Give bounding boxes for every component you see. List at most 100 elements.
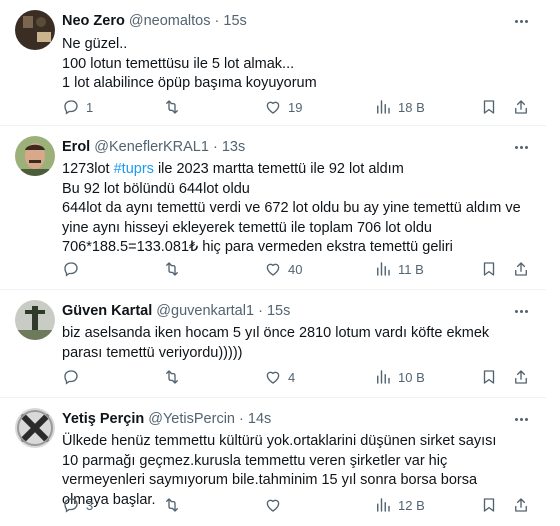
reply-count: 1 <box>86 99 94 115</box>
bookmark-button[interactable] <box>480 494 498 516</box>
views-count: 11 B <box>398 261 424 277</box>
avatar[interactable] <box>15 300 55 340</box>
like-button[interactable]: 4 <box>264 366 295 388</box>
retweet-icon <box>166 262 178 276</box>
views-button[interactable]: 10 B <box>374 366 425 388</box>
reply-count: 3 <box>86 497 94 513</box>
share-icon <box>515 370 527 384</box>
views-icon <box>377 262 390 276</box>
tweet[interactable]: Erol @KeneflerKRAL1 · 13s 1273lot #tuprs… <box>0 126 546 290</box>
share-button[interactable] <box>512 494 530 516</box>
views-button[interactable]: 18 B <box>374 96 425 118</box>
avatar[interactable] <box>15 408 55 448</box>
display-name[interactable]: Erol <box>62 139 90 155</box>
separator-dot: · <box>212 139 218 155</box>
more-icon[interactable] <box>512 138 530 156</box>
retweet-icon <box>166 498 178 512</box>
views-button[interactable]: 11 B <box>374 258 424 280</box>
share-icon <box>515 262 527 276</box>
retweet-button[interactable] <box>163 494 187 516</box>
bookmark-button[interactable] <box>480 258 498 280</box>
tweet-actions: 1 19 18 B <box>56 96 530 118</box>
avatar[interactable] <box>15 10 55 50</box>
reply-icon <box>64 370 78 385</box>
scrollbar[interactable] <box>546 0 560 526</box>
views-icon <box>377 100 390 114</box>
separator-dot: · <box>239 411 244 427</box>
display-name[interactable]: Güven Kartal <box>62 303 152 319</box>
display-name[interactable]: Neo Zero <box>62 13 125 29</box>
views-count: 10 B <box>398 369 425 385</box>
like-button[interactable]: 19 <box>264 96 302 118</box>
bookmark-button[interactable] <box>480 366 498 388</box>
more-icon[interactable] <box>512 12 530 30</box>
tweet-header: Yetiş Perçin @YetisPercin · 14s <box>62 410 271 428</box>
like-icon <box>266 263 280 276</box>
tweet[interactable]: Güven Kartal @guvenkartal1 · 15s biz ase… <box>0 290 546 398</box>
tweet-actions: 4 10 B <box>56 366 530 388</box>
reply-button[interactable]: 1 <box>62 96 93 118</box>
retweet-button[interactable] <box>163 96 187 118</box>
share-button[interactable] <box>512 366 530 388</box>
views-count: 18 B <box>398 99 425 115</box>
like-icon <box>266 499 280 512</box>
reply-button[interactable] <box>62 366 86 388</box>
like-count: 19 <box>288 99 303 115</box>
tweet-feed: Neo Zero @neomaltos · 15s Ne güzel.. 100… <box>0 0 546 526</box>
timestamp[interactable]: 14s <box>248 411 271 427</box>
tweet-text-part: 1273lot <box>62 161 114 177</box>
bookmark-icon <box>483 370 495 384</box>
like-count: 4 <box>288 369 296 385</box>
share-button[interactable] <box>512 96 530 118</box>
retweet-icon <box>166 100 178 114</box>
more-icon[interactable] <box>512 410 530 428</box>
avatar[interactable] <box>15 136 55 176</box>
reply-icon <box>64 100 78 115</box>
tweet-text: Ne güzel.. 100 lotun temettüsu ile 5 lot… <box>62 36 317 92</box>
views-icon <box>377 370 390 384</box>
retweet-button[interactable] <box>163 258 187 280</box>
user-handle[interactable]: @YetisPercin <box>148 411 235 427</box>
separator-dot: · <box>214 13 220 29</box>
timestamp[interactable]: 13s <box>222 139 245 155</box>
views-icon <box>377 498 390 512</box>
bookmark-icon <box>483 100 495 114</box>
like-button[interactable] <box>264 494 288 516</box>
bookmark-icon <box>483 262 495 276</box>
retweet-button[interactable] <box>163 366 187 388</box>
user-handle[interactable]: @KeneflerKRAL1 <box>94 139 209 155</box>
tweet[interactable]: Neo Zero @neomaltos · 15s Ne güzel.. 100… <box>0 0 546 126</box>
share-icon <box>515 100 527 114</box>
views-count: 12 B <box>398 497 425 513</box>
tweet-actions: 40 11 B <box>56 258 530 280</box>
share-icon <box>515 498 527 512</box>
hashtag-link[interactable]: #tuprs <box>114 161 154 177</box>
like-icon <box>266 371 280 384</box>
views-button[interactable]: 12 B <box>374 494 425 516</box>
timestamp[interactable]: 15s <box>223 13 246 29</box>
like-icon <box>266 101 280 114</box>
tweet-text: biz aselsanda iken hocam 5 yıl önce 2810… <box>62 325 490 361</box>
like-button[interactable]: 40 <box>264 258 302 280</box>
reply-icon <box>64 262 78 277</box>
retweet-icon <box>166 370 178 384</box>
display-name[interactable]: Yetiş Perçin <box>62 411 144 427</box>
tweet-text: 1273lot #tuprs ile 2023 martta temettü i… <box>62 160 532 258</box>
tweet-header: Neo Zero @neomaltos · 15s <box>62 12 247 30</box>
like-count: 40 <box>288 261 303 277</box>
share-button[interactable] <box>512 258 530 280</box>
tweet-actions: 3 12 B <box>56 494 530 516</box>
reply-button[interactable]: 3 <box>62 494 93 516</box>
separator-dot: · <box>258 303 263 319</box>
reply-button[interactable] <box>62 258 86 280</box>
tweet[interactable]: Yetiş Perçin @YetisPercin · 14s Ülkede h… <box>0 398 546 526</box>
timestamp[interactable]: 15s <box>267 303 290 319</box>
tweet-header: Erol @KeneflerKRAL1 · 13s <box>62 138 245 156</box>
reply-icon <box>64 498 78 513</box>
tweet-header: Güven Kartal @guvenkartal1 · 15s <box>62 302 290 320</box>
bookmark-button[interactable] <box>480 96 498 118</box>
user-handle[interactable]: @neomaltos <box>129 13 211 29</box>
bookmark-icon <box>483 498 495 512</box>
user-handle[interactable]: @guvenkartal1 <box>156 303 254 319</box>
more-icon[interactable] <box>512 302 530 320</box>
